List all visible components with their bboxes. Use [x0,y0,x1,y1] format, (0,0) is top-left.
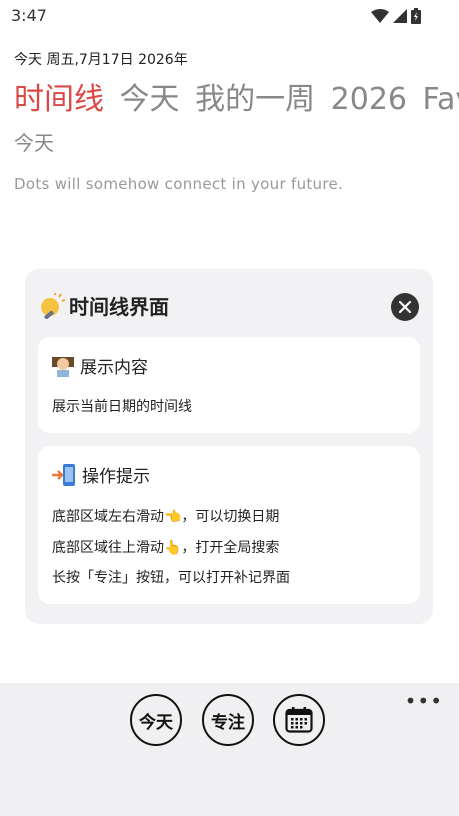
tip-line-1: 底部区域左右滑动👈，可以切换日期 [52,509,280,525]
bottom-bar[interactable]: ••• 今天 专注 [0,683,459,816]
tab-my-week[interactable]: 我的一周 [195,82,315,117]
date-line: 今天 周五,7月17日 2026年 [14,52,188,68]
close-button[interactable] [391,293,419,321]
dialog-title: 时间线界面 [69,295,169,319]
calendar-icon [285,707,313,733]
help-dialog: 时间线界面 展示内容 展示当前日期的时间线 操作提示 底部区域左右滑动👈，可以切 [25,269,433,624]
content-line: 展示当前日期的时间线 [52,399,192,415]
today-button[interactable]: 今天 [130,694,182,746]
content-heading: 展示内容 [80,358,148,378]
tips-heading: 操作提示 [82,467,150,487]
status-bar: 3:47 [0,0,459,32]
close-icon [399,301,411,313]
calendar-button[interactable] [273,694,325,746]
signal-icon [393,9,407,23]
quote-text: Dots will somehow connect in your future… [14,175,344,193]
tab-favorites[interactable]: Fav [423,82,459,117]
wifi-icon [371,9,389,23]
status-time: 3:47 [11,6,47,25]
bulb-icon [41,292,65,319]
tip-line-2: 底部区域往上滑动👆，打开全局搜索 [52,540,280,556]
tab-year[interactable]: 2026 [331,82,407,117]
section-label: 今天 [14,131,54,155]
more-icon[interactable]: ••• [405,689,443,713]
content-card: 展示内容 展示当前日期的时间线 [38,337,420,433]
focus-button[interactable]: 专注 [202,694,254,746]
battery-icon [411,8,421,24]
tips-card: 操作提示 底部区域左右滑动👈，可以切换日期 底部区域往上滑动👆，打开全局搜索 长… [38,446,420,604]
phone-arrow-icon [52,463,75,486]
teacher-icon [52,356,74,377]
tip-line-3: 长按「专注」按钮，可以打开补记界面 [52,570,290,586]
tab-timeline[interactable]: 时间线 [14,82,104,117]
tab-today[interactable]: 今天 [120,82,180,117]
view-tabs: 时间线 今天 我的一周 2026 Fav [14,74,459,118]
